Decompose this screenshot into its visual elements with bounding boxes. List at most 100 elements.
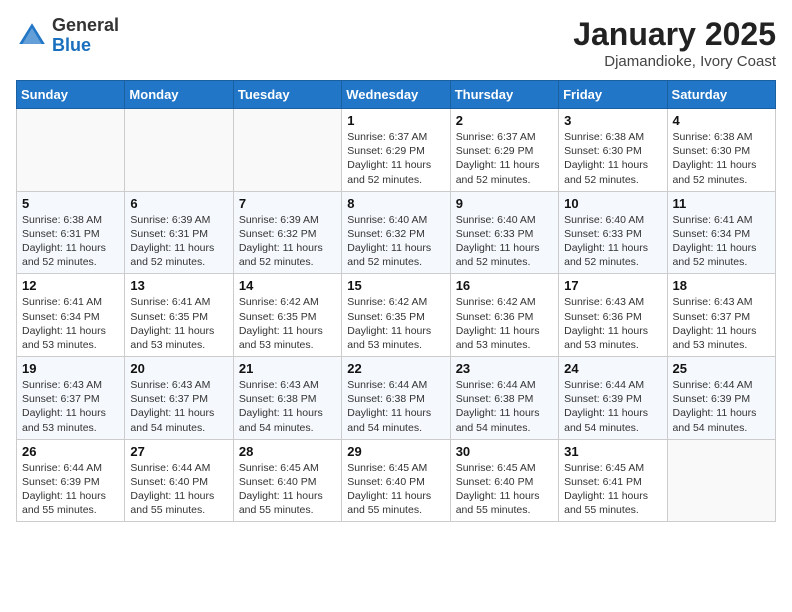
calendar-cell: 2 Sunrise: 6:37 AM Sunset: 6:29 PM Daylig… xyxy=(450,109,558,192)
day-info: Sunrise: 6:42 AM Sunset: 6:35 PM Dayligh… xyxy=(347,295,444,352)
day-number: 27 xyxy=(130,444,227,459)
day-of-week-header: Monday xyxy=(125,81,233,109)
location: Djamandioke, Ivory Coast xyxy=(573,53,776,70)
calendar-week-row: 5 Sunrise: 6:38 AM Sunset: 6:31 PM Daylig… xyxy=(17,191,776,274)
calendar-week-row: 26 Sunrise: 6:44 AM Sunset: 6:39 PM Dayli… xyxy=(17,439,776,522)
calendar-cell: 27 Sunrise: 6:44 AM Sunset: 6:40 PM Dayli… xyxy=(125,439,233,522)
calendar-cell: 10 Sunrise: 6:40 AM Sunset: 6:33 PM Dayli… xyxy=(559,191,667,274)
day-number: 28 xyxy=(239,444,336,459)
calendar-cell: 3 Sunrise: 6:38 AM Sunset: 6:30 PM Daylig… xyxy=(559,109,667,192)
calendar-cell: 4 Sunrise: 6:38 AM Sunset: 6:30 PM Daylig… xyxy=(667,109,775,192)
day-number: 16 xyxy=(456,278,553,293)
day-info: Sunrise: 6:41 AM Sunset: 6:34 PM Dayligh… xyxy=(22,295,119,352)
day-number: 9 xyxy=(456,196,553,211)
day-info: Sunrise: 6:43 AM Sunset: 6:36 PM Dayligh… xyxy=(564,295,661,352)
day-info: Sunrise: 6:44 AM Sunset: 6:38 PM Dayligh… xyxy=(347,378,444,435)
calendar-header-row: SundayMondayTuesdayWednesdayThursdayFrid… xyxy=(17,81,776,109)
day-of-week-header: Sunday xyxy=(17,81,125,109)
month-title: January 2025 xyxy=(573,16,776,53)
day-info: Sunrise: 6:41 AM Sunset: 6:34 PM Dayligh… xyxy=(673,213,770,270)
day-info: Sunrise: 6:42 AM Sunset: 6:35 PM Dayligh… xyxy=(239,295,336,352)
calendar-cell: 17Sunrise: 6:43 AM Sunset: 6:36 PM Dayli… xyxy=(559,274,667,357)
day-of-week-header: Tuesday xyxy=(233,81,341,109)
day-number: 2 xyxy=(456,113,553,128)
day-info: Sunrise: 6:42 AM Sunset: 6:36 PM Dayligh… xyxy=(456,295,553,352)
day-info: Sunrise: 6:40 AM Sunset: 6:33 PM Dayligh… xyxy=(456,213,553,270)
day-number: 8 xyxy=(347,196,444,211)
calendar-cell: 14 Sunrise: 6:42 AM Sunset: 6:35 PM Dayli… xyxy=(233,274,341,357)
day-info: Sunrise: 6:43 AM Sunset: 6:37 PM Dayligh… xyxy=(22,378,119,435)
day-number: 21 xyxy=(239,361,336,376)
calendar-cell: 12Sunrise: 6:41 AM Sunset: 6:34 PM Dayli… xyxy=(17,274,125,357)
calendar-cell: 11 Sunrise: 6:41 AM Sunset: 6:34 PM Dayli… xyxy=(667,191,775,274)
day-of-week-header: Saturday xyxy=(667,81,775,109)
calendar-cell xyxy=(667,439,775,522)
calendar-cell: 1Sunrise: 6:37 AM Sunset: 6:29 PM Daylig… xyxy=(342,109,450,192)
day-info: Sunrise: 6:38 AM Sunset: 6:30 PM Dayligh… xyxy=(564,130,661,187)
day-info: Sunrise: 6:44 AM Sunset: 6:40 PM Dayligh… xyxy=(130,461,227,518)
day-number: 26 xyxy=(22,444,119,459)
calendar-cell: 29Sunrise: 6:45 AM Sunset: 6:40 PM Dayli… xyxy=(342,439,450,522)
day-number: 7 xyxy=(239,196,336,211)
day-info: Sunrise: 6:44 AM Sunset: 6:38 PM Dayligh… xyxy=(456,378,553,435)
day-info: Sunrise: 6:44 AM Sunset: 6:39 PM Dayligh… xyxy=(673,378,770,435)
day-info: Sunrise: 6:38 AM Sunset: 6:30 PM Dayligh… xyxy=(673,130,770,187)
day-number: 4 xyxy=(673,113,770,128)
calendar-cell: 9 Sunrise: 6:40 AM Sunset: 6:33 PM Daylig… xyxy=(450,191,558,274)
day-info: Sunrise: 6:39 AM Sunset: 6:32 PM Dayligh… xyxy=(239,213,336,270)
day-number: 10 xyxy=(564,196,661,211)
day-number: 20 xyxy=(130,361,227,376)
day-info: Sunrise: 6:43 AM Sunset: 6:37 PM Dayligh… xyxy=(673,295,770,352)
day-number: 1 xyxy=(347,113,444,128)
day-info: Sunrise: 6:44 AM Sunset: 6:39 PM Dayligh… xyxy=(22,461,119,518)
day-number: 14 xyxy=(239,278,336,293)
calendar-cell: 15 Sunrise: 6:42 AM Sunset: 6:35 PM Dayli… xyxy=(342,274,450,357)
day-info: Sunrise: 6:45 AM Sunset: 6:40 PM Dayligh… xyxy=(347,461,444,518)
logo-icon xyxy=(16,20,48,52)
calendar-cell: 8 Sunrise: 6:40 AM Sunset: 6:32 PM Daylig… xyxy=(342,191,450,274)
calendar-week-row: 12Sunrise: 6:41 AM Sunset: 6:34 PM Dayli… xyxy=(17,274,776,357)
day-info: Sunrise: 6:37 AM Sunset: 6:29 PM Dayligh… xyxy=(456,130,553,187)
day-info: Sunrise: 6:39 AM Sunset: 6:31 PM Dayligh… xyxy=(130,213,227,270)
calendar: SundayMondayTuesdayWednesdayThursdayFrid… xyxy=(16,80,776,522)
day-info: Sunrise: 6:40 AM Sunset: 6:33 PM Dayligh… xyxy=(564,213,661,270)
day-number: 18 xyxy=(673,278,770,293)
calendar-cell: 23 Sunrise: 6:44 AM Sunset: 6:38 PM Dayli… xyxy=(450,357,558,440)
calendar-cell xyxy=(17,109,125,192)
day-number: 3 xyxy=(564,113,661,128)
calendar-week-row: 1 Sunrise: 6:37 AM Sunset: 6:29 PM Daylig… xyxy=(17,109,776,192)
day-number: 22 xyxy=(347,361,444,376)
day-number: 6 xyxy=(130,196,227,211)
day-number: 25 xyxy=(673,361,770,376)
calendar-cell: 6 Sunrise: 6:39 AM Sunset: 6:31 PM Daylig… xyxy=(125,191,233,274)
day-info: Sunrise: 6:38 AM Sunset: 6:31 PM Dayligh… xyxy=(22,213,119,270)
day-info: Sunrise: 6:45 AM Sunset: 6:40 PM Dayligh… xyxy=(456,461,553,518)
day-of-week-header: Thursday xyxy=(450,81,558,109)
day-info: Sunrise: 6:43 AM Sunset: 6:37 PM Dayligh… xyxy=(130,378,227,435)
day-info: Sunrise: 6:45 AM Sunset: 6:40 PM Dayligh… xyxy=(239,461,336,518)
calendar-cell: 26 Sunrise: 6:44 AM Sunset: 6:39 PM Dayli… xyxy=(17,439,125,522)
day-number: 15 xyxy=(347,278,444,293)
calendar-cell: 16 Sunrise: 6:42 AM Sunset: 6:36 PM Dayli… xyxy=(450,274,558,357)
calendar-cell: 7 Sunrise: 6:39 AM Sunset: 6:32 PM Daylig… xyxy=(233,191,341,274)
day-info: Sunrise: 6:44 AM Sunset: 6:39 PM Dayligh… xyxy=(564,378,661,435)
calendar-cell: 18 Sunrise: 6:43 AM Sunset: 6:37 PM Dayli… xyxy=(667,274,775,357)
day-number: 30 xyxy=(456,444,553,459)
calendar-cell: 31Sunrise: 6:45 AM Sunset: 6:41 PM Dayli… xyxy=(559,439,667,522)
day-info: Sunrise: 6:43 AM Sunset: 6:38 PM Dayligh… xyxy=(239,378,336,435)
day-number: 13 xyxy=(130,278,227,293)
calendar-week-row: 19 Sunrise: 6:43 AM Sunset: 6:37 PM Dayli… xyxy=(17,357,776,440)
logo: General Blue xyxy=(16,16,119,56)
day-number: 5 xyxy=(22,196,119,211)
day-info: Sunrise: 6:40 AM Sunset: 6:32 PM Dayligh… xyxy=(347,213,444,270)
calendar-cell: 20 Sunrise: 6:43 AM Sunset: 6:37 PM Dayli… xyxy=(125,357,233,440)
calendar-cell: 25 Sunrise: 6:44 AM Sunset: 6:39 PM Dayli… xyxy=(667,357,775,440)
day-info: Sunrise: 6:41 AM Sunset: 6:35 PM Dayligh… xyxy=(130,295,227,352)
calendar-cell: 24Sunrise: 6:44 AM Sunset: 6:39 PM Dayli… xyxy=(559,357,667,440)
day-number: 19 xyxy=(22,361,119,376)
day-info: Sunrise: 6:45 AM Sunset: 6:41 PM Dayligh… xyxy=(564,461,661,518)
day-number: 11 xyxy=(673,196,770,211)
logo-text: General Blue xyxy=(52,16,119,56)
day-number: 23 xyxy=(456,361,553,376)
calendar-cell xyxy=(125,109,233,192)
